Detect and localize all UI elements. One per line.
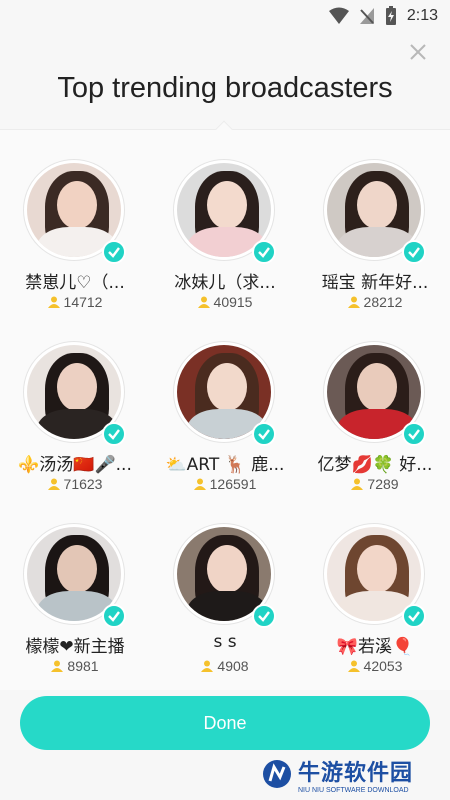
avatar-wrap — [324, 524, 426, 628]
fans-icon — [47, 478, 60, 490]
watermark-cn: 牛游软件园 — [298, 760, 414, 786]
avatar-wrap — [324, 342, 426, 446]
broadcaster-name: 亿梦💋🍀 好... — [317, 455, 433, 475]
watermark-logo: 牛游软件园 NIU NIU SOFTWARE DOWNLOAD — [262, 752, 442, 796]
broadcaster-name: 檬檬❤新主播 — [25, 637, 125, 657]
avatar-wrap — [174, 160, 276, 264]
fans-count: 40915 — [150, 294, 300, 310]
check-badge-icon — [402, 604, 426, 628]
done-button[interactable]: Done — [20, 696, 430, 750]
niuniu-logo-icon — [263, 760, 291, 788]
avatar-wrap — [174, 342, 276, 446]
broadcaster-card[interactable]: 亿梦💋🍀 好... 7289 — [300, 312, 450, 492]
broadcaster-name: s s — [213, 632, 237, 652]
wifi-icon — [328, 7, 349, 24]
fans-icon — [51, 660, 64, 672]
fans-icon — [193, 478, 206, 490]
broadcaster-card[interactable]: ⚜️汤汤🇨🇳🎤... 71623 — [0, 312, 150, 492]
avatar-wrap — [174, 524, 276, 628]
battery-charging-icon — [385, 6, 396, 25]
close-button[interactable] — [406, 40, 430, 64]
check-badge-icon — [252, 604, 276, 628]
fans-value: 14712 — [63, 294, 103, 310]
page-title: Top trending broadcasters — [57, 72, 393, 104]
fans-value: 126591 — [209, 476, 257, 492]
fans-icon — [347, 296, 360, 308]
fans-value: 8981 — [67, 658, 99, 674]
fans-value: 71623 — [63, 476, 103, 492]
broadcaster-card[interactable]: ⛅ART 🦌 鹿... 126591 — [150, 312, 300, 492]
fans-value: 28212 — [363, 294, 403, 310]
fans-count: 71623 — [0, 476, 150, 492]
check-badge-icon — [252, 240, 276, 264]
fans-count: 126591 — [150, 476, 300, 492]
broadcaster-name: 🎀若溪🎈 — [336, 637, 414, 657]
fans-count: 7289 — [300, 476, 450, 492]
broadcaster-card[interactable]: 瑶宝 新年好... 28212 — [300, 130, 450, 310]
fans-value: 40915 — [213, 294, 253, 310]
fans-count: 28212 — [300, 294, 450, 310]
fans-value: 4908 — [217, 658, 249, 674]
broadcaster-card[interactable]: 禁崽儿♡（... 14712 — [0, 130, 150, 310]
fans-count: 42053 — [300, 658, 450, 674]
avatar-wrap — [24, 342, 126, 446]
status-icons: 2:13 — [328, 6, 438, 26]
broadcaster-name: 冰妹儿（求... — [174, 273, 276, 293]
check-badge-icon — [402, 422, 426, 446]
fans-icon — [201, 660, 214, 672]
broadcaster-card[interactable]: 🎀若溪🎈 42053 — [300, 494, 450, 674]
check-badge-icon — [102, 604, 126, 628]
fans-count: 8981 — [0, 658, 150, 674]
fans-count: 14712 — [0, 294, 150, 310]
dialog-header: Top trending broadcasters — [0, 32, 450, 130]
fans-value: 7289 — [367, 476, 399, 492]
check-badge-icon — [102, 240, 126, 264]
status-bar: 2:13 — [0, 0, 450, 32]
fans-count: 4908 — [150, 658, 300, 674]
status-time: 2:13 — [406, 7, 438, 24]
check-badge-icon — [252, 422, 276, 446]
fans-value: 42053 — [363, 658, 403, 674]
broadcaster-card[interactable]: 冰妹儿（求... 40915 — [150, 130, 300, 310]
watermark-en: NIU NIU SOFTWARE DOWNLOAD — [298, 786, 409, 794]
check-badge-icon — [402, 240, 426, 264]
broadcaster-name: ⛅ART 🦌 鹿... — [165, 455, 285, 475]
fans-icon — [347, 660, 360, 672]
broadcaster-card[interactable]: s s 4908 — [150, 494, 300, 674]
close-icon — [410, 44, 426, 60]
fans-icon — [351, 478, 364, 490]
avatar-wrap — [24, 524, 126, 628]
avatar-wrap — [24, 160, 126, 264]
broadcaster-card[interactable]: 檬檬❤新主播 8981 — [0, 494, 150, 674]
broadcaster-name: ⚜️汤汤🇨🇳🎤... — [18, 455, 132, 475]
fans-icon — [47, 296, 60, 308]
broadcaster-name: 禁崽儿♡（... — [25, 273, 125, 293]
broadcaster-grid: 禁崽儿♡（... 14712 冰妹儿（求... 40915 瑶宝 新年好... … — [0, 130, 450, 690]
check-badge-icon — [102, 422, 126, 446]
broadcaster-name: 瑶宝 新年好... — [321, 273, 429, 293]
no-signal-icon — [359, 8, 374, 24]
avatar-wrap — [324, 160, 426, 264]
fans-icon — [197, 296, 210, 308]
